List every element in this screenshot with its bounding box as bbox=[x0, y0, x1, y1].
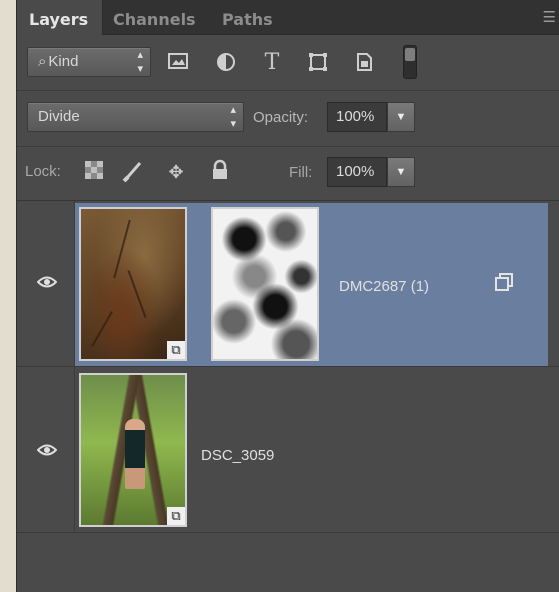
smart-object-icon: ⧉ bbox=[167, 341, 185, 359]
select-arrows-icon: ▴ ▾ bbox=[230, 104, 236, 130]
lock-position-icon[interactable]: ✥ bbox=[163, 159, 189, 185]
lock-transparent-icon[interactable] bbox=[81, 159, 107, 185]
layer-row[interactable]: ⧉ DSC_3059 bbox=[17, 367, 559, 533]
panel-menu-icon[interactable]: ☰ bbox=[543, 8, 556, 26]
opacity-slider-button[interactable]: ▼ bbox=[387, 102, 415, 132]
filter-type-select[interactable]: ⌕ Kind ▴ ▾ bbox=[27, 47, 151, 77]
smart-object-icon: ⧉ bbox=[167, 507, 185, 525]
lock-bar: Lock: ✥ Fill: 100% ▼ bbox=[17, 147, 559, 201]
blend-mode-bar: Divide ▴ ▾ Opacity: 100% ▼ bbox=[17, 91, 559, 147]
panel-tab-bar: Layers Channels Paths ☰ bbox=[17, 0, 559, 35]
type-filter-icon[interactable]: T bbox=[259, 51, 285, 75]
layer-row[interactable]: ⧉ DMC2687 (1) bbox=[17, 201, 559, 367]
fill-field[interactable]: 100% bbox=[327, 157, 387, 187]
filter-type-label: Kind bbox=[48, 53, 79, 70]
layer-thumbnail[interactable]: ⧉ bbox=[79, 207, 187, 361]
layer-name[interactable]: DSC_3059 bbox=[201, 447, 274, 464]
layer-thumbnail[interactable]: ⧉ bbox=[79, 373, 187, 527]
smart-filter-icon[interactable] bbox=[493, 273, 515, 295]
empty-layer-area bbox=[17, 533, 559, 592]
layer-mask-thumbnail[interactable] bbox=[211, 207, 319, 361]
fill-slider-button[interactable]: ▼ bbox=[387, 157, 415, 187]
lock-image-icon[interactable] bbox=[121, 159, 147, 185]
filter-bar: ⌕ Kind ▴ ▾ T bbox=[17, 35, 559, 91]
fill-label: Fill: bbox=[289, 164, 313, 181]
eye-icon[interactable] bbox=[36, 273, 58, 293]
shape-filter-icon[interactable] bbox=[305, 51, 331, 75]
tab-paths[interactable]: Paths bbox=[222, 0, 273, 35]
blend-mode-value: Divide bbox=[38, 108, 80, 125]
lock-all-icon[interactable] bbox=[207, 159, 233, 185]
select-arrows-icon: ▴ ▾ bbox=[137, 49, 143, 75]
layers-panel: Layers Channels Paths ☰ ⌕ Kind ▴ ▾ T Divid… bbox=[16, 0, 559, 592]
image-filter-icon[interactable] bbox=[165, 51, 191, 75]
layer-name[interactable]: DMC2687 (1) bbox=[339, 278, 429, 295]
smart-object-filter-icon[interactable] bbox=[351, 51, 377, 75]
filter-toggle[interactable] bbox=[403, 45, 417, 79]
lock-label: Lock: bbox=[25, 163, 61, 180]
blend-mode-select[interactable]: Divide ▴ ▾ bbox=[27, 102, 244, 132]
eye-icon[interactable] bbox=[36, 441, 58, 461]
toggle-knob bbox=[405, 48, 415, 61]
opacity-field[interactable]: 100% bbox=[327, 102, 387, 132]
magnifier-icon: ⌕ bbox=[38, 53, 47, 70]
adjustment-filter-icon[interactable] bbox=[213, 51, 239, 75]
opacity-label: Opacity: bbox=[253, 109, 309, 126]
tab-layers[interactable]: Layers bbox=[17, 0, 103, 35]
person-figure bbox=[125, 419, 145, 489]
tab-channels[interactable]: Channels bbox=[113, 0, 196, 35]
